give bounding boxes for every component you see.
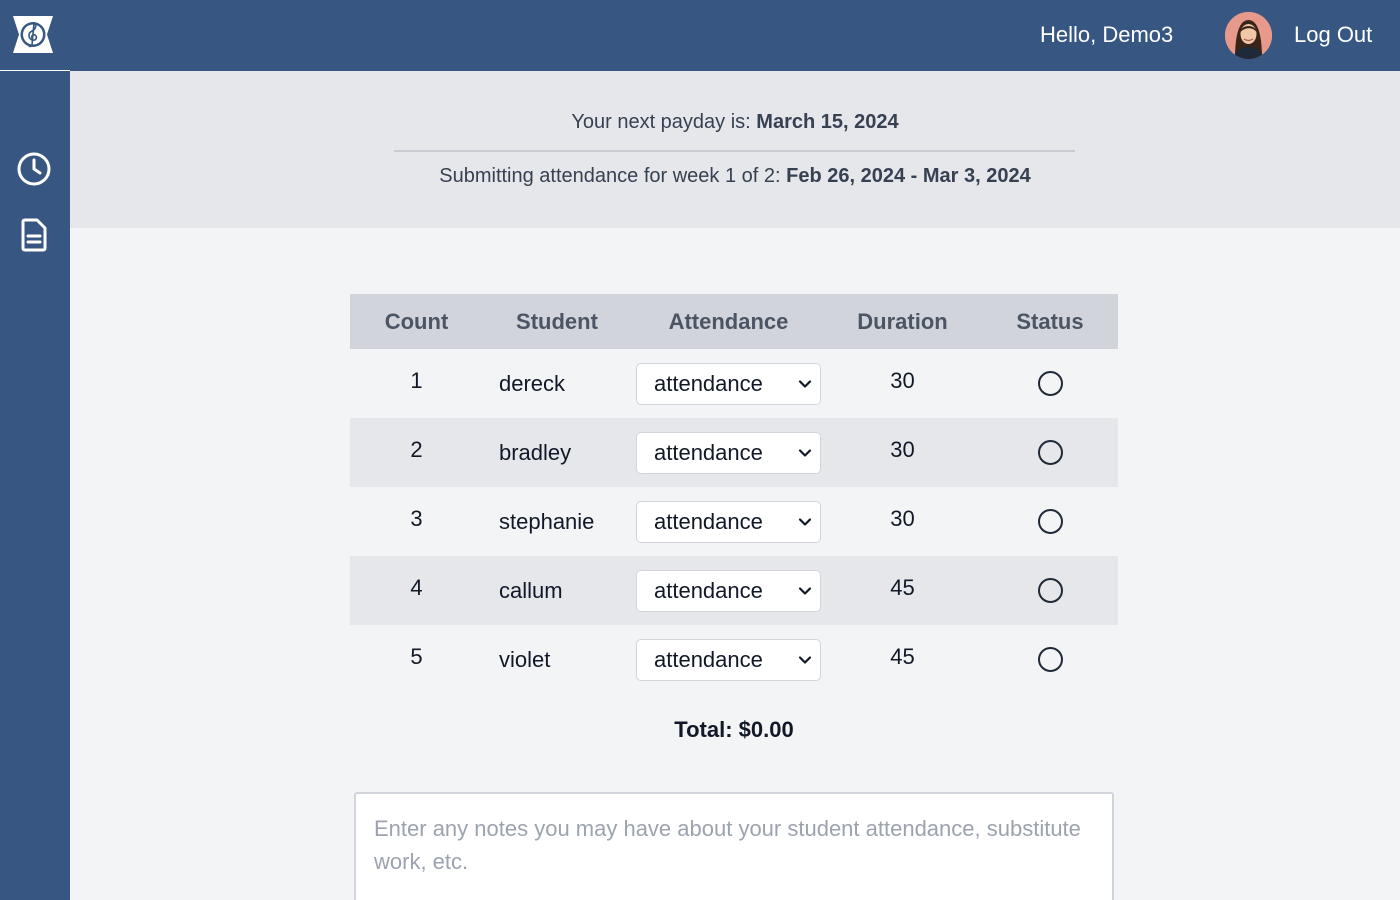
payday-info: Your next payday is: March 15, 2024	[70, 111, 1400, 134]
attendance-table: Count Student Attendance Duration Status…	[350, 294, 1118, 694]
chevron-down-icon	[798, 380, 812, 388]
attendance-select-value: attendance	[654, 371, 763, 396]
table-row: 2 bradley attendance 30	[350, 418, 1118, 487]
logout-button[interactable]: Log Out	[1294, 22, 1372, 48]
table-row: 4 callum attendance 45	[350, 556, 1118, 625]
column-header-status: Status	[1016, 309, 1084, 334]
chevron-down-icon	[798, 449, 812, 457]
attendance-select[interactable]: attendance	[636, 363, 821, 405]
attendance-select-value: attendance	[654, 509, 763, 534]
notes-textarea[interactable]	[354, 792, 1114, 900]
table-header: Count Student Attendance Duration Status	[350, 294, 1118, 349]
info-banner: Your next payday is: March 15, 2024 Subm…	[70, 71, 1400, 228]
sidebar	[0, 71, 70, 900]
attendance-select[interactable]: attendance	[636, 639, 821, 681]
attendance-total: Total: $0.00	[674, 717, 794, 742]
info-divider	[394, 150, 1075, 152]
attendance-select-value: attendance	[654, 578, 763, 603]
row-duration: 45	[890, 644, 915, 669]
status-radio[interactable]	[1038, 578, 1063, 603]
row-student: dereck	[499, 371, 566, 396]
week-label: Submitting attendance for week 1 of 2:	[439, 165, 781, 187]
app-logo-icon[interactable]	[11, 14, 55, 55]
row-student: violet	[499, 647, 551, 672]
attendance-select-value: attendance	[654, 440, 763, 465]
avatar[interactable]	[1225, 12, 1272, 59]
column-header-student: Student	[516, 309, 598, 334]
row-count: 1	[410, 368, 423, 393]
column-header-count: Count	[384, 309, 449, 334]
row-student: bradley	[499, 440, 572, 465]
clock-icon[interactable]	[16, 151, 52, 187]
row-duration: 30	[890, 506, 915, 531]
week-range: Feb 26, 2024 - Mar 3, 2024	[786, 165, 1031, 187]
status-radio[interactable]	[1038, 371, 1063, 396]
document-icon[interactable]	[16, 217, 52, 253]
row-count: 4	[410, 575, 423, 600]
user-greeting: Hello, Demo3	[1040, 22, 1174, 47]
row-duration: 30	[890, 437, 915, 462]
row-count: 2	[410, 437, 423, 462]
table-row: 1 dereck attendance 30	[350, 349, 1118, 418]
status-radio[interactable]	[1038, 509, 1063, 534]
status-radio[interactable]	[1038, 647, 1063, 672]
column-header-duration: Duration	[857, 309, 948, 334]
week-info: Submitting attendance for week 1 of 2: F…	[70, 165, 1400, 188]
chevron-down-icon	[798, 518, 812, 526]
table-row: 3 stephanie attendance 30	[350, 487, 1118, 556]
attendance-select[interactable]: attendance	[636, 570, 821, 612]
top-bar: Hello, Demo3 Log Out	[0, 0, 1400, 72]
attendance-select[interactable]: attendance	[636, 432, 821, 474]
column-header-attendance: Attendance	[668, 309, 789, 334]
row-count: 5	[410, 644, 423, 669]
chevron-down-icon	[798, 587, 812, 595]
chevron-down-icon	[798, 656, 812, 664]
row-student: callum	[499, 578, 563, 603]
attendance-select[interactable]: attendance	[636, 501, 821, 543]
row-count: 3	[410, 506, 423, 531]
row-student: stephanie	[499, 509, 595, 534]
payday-date: March 15, 2024	[756, 111, 899, 133]
row-duration: 45	[890, 575, 915, 600]
payday-label: Your next payday is:	[571, 111, 751, 133]
attendance-select-value: attendance	[654, 647, 763, 672]
status-radio[interactable]	[1038, 440, 1063, 465]
table-row: 5 violet attendance 45	[350, 625, 1118, 694]
row-duration: 30	[890, 368, 915, 393]
